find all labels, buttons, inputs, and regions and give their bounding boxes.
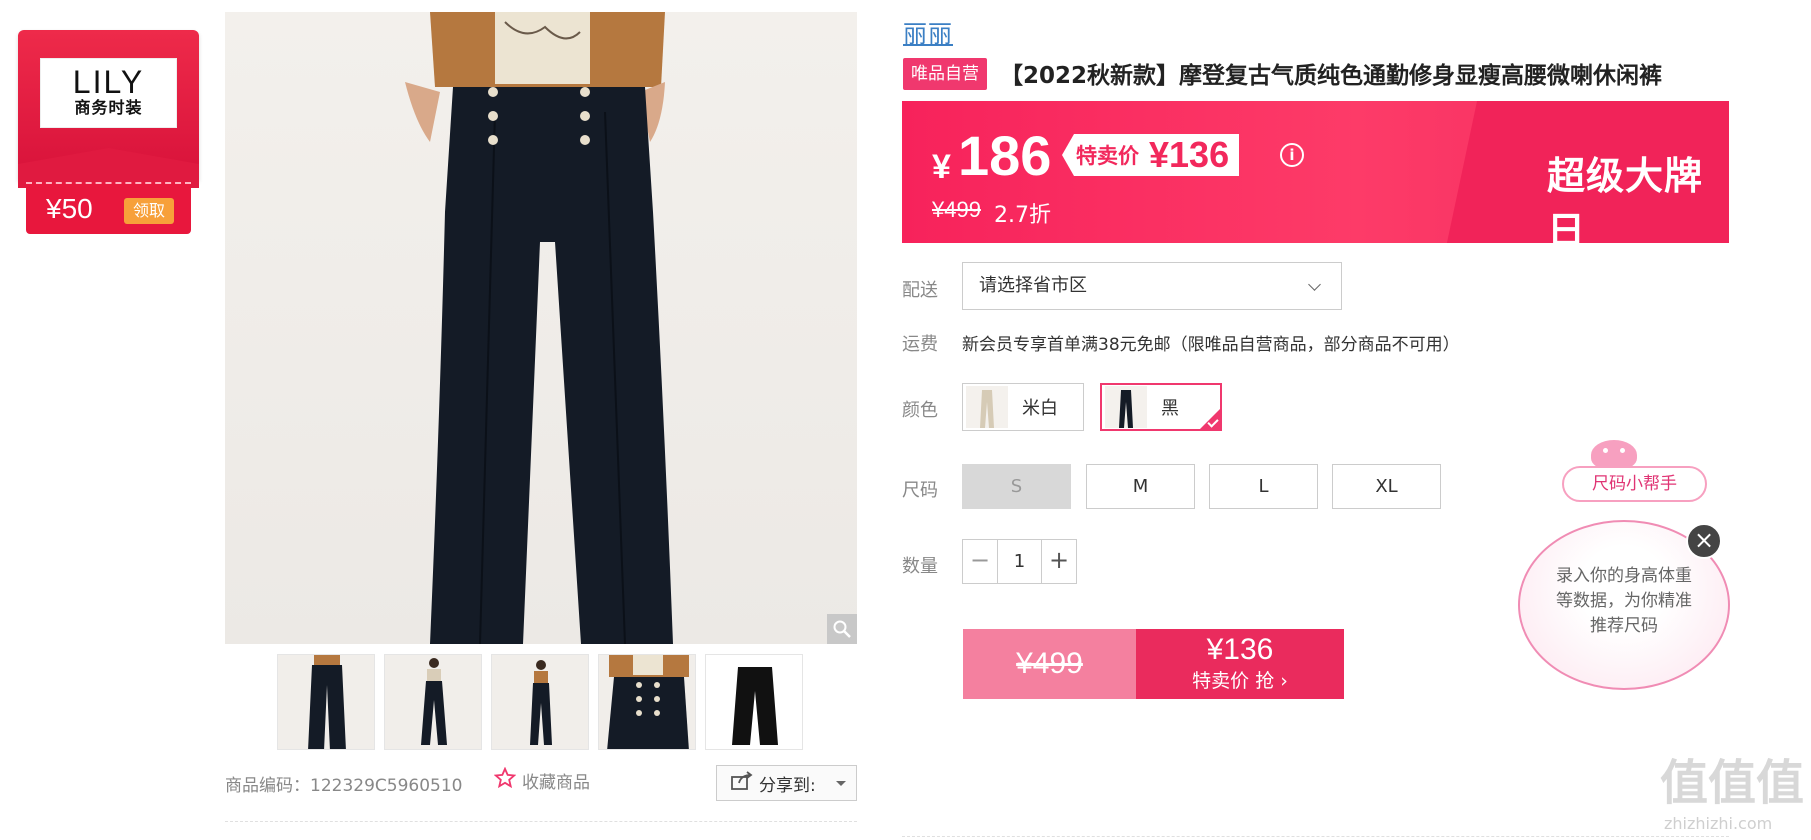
discount-label: 2.7折 [994, 203, 1051, 228]
size-option-xl[interactable]: XL [1332, 464, 1441, 509]
delivery-label: 配送 [902, 280, 938, 301]
shipping-text: 新会员专享首单满38元免邮（限唯品自营商品，部分商品不可用） [962, 335, 1460, 355]
buy-button-main[interactable]: ¥136 特卖价 抢 › [1136, 629, 1344, 699]
current-price: 186 [958, 124, 1052, 187]
brand-coupon[interactable]: ¥50 领取 [26, 182, 191, 234]
color-name-black: 黑 [1161, 398, 1179, 419]
pants-illustration [405, 12, 673, 644]
quantity-decrease-button[interactable]: − [963, 540, 997, 583]
chevron-down-icon [1308, 278, 1321, 291]
product-title: 【2022秋新款】摩登复古气质纯色通勤修身显瘦高腰微喇休闲裤 [1000, 63, 1663, 89]
brand-logo-subtitle: 商务时装 [74, 98, 143, 117]
bottom-divider [902, 836, 1729, 837]
product-code: 商品编码：122329C5960510 [225, 776, 463, 796]
thumbnail-5[interactable] [705, 654, 803, 750]
color-name-offwhite: 米白 [1022, 398, 1058, 419]
star-icon [493, 766, 517, 794]
product-main-image[interactable] [225, 12, 857, 644]
delivery-select-value: 请选择省市区 [979, 275, 1087, 296]
color-swatch-offwhite [966, 386, 1008, 428]
buy-button-label: 特卖价 抢 › [1192, 670, 1288, 692]
buy-button[interactable]: ¥499 ¥136 特卖价 抢 › [963, 629, 1344, 699]
shipping-label: 运费 [902, 334, 938, 355]
price-banner: ¥ 186 特卖价 ¥136 i ¥499 2.7折 超级大牌日 [902, 101, 1729, 243]
share-button[interactable]: 分享到: [716, 765, 857, 801]
favorite-button[interactable]: 收藏商品 [493, 766, 590, 794]
watermark-url: zhizhizhi.com [1664, 814, 1773, 833]
favorite-label: 收藏商品 [522, 773, 590, 793]
brand-link[interactable]: 丽丽 [903, 14, 953, 49]
quantity-input[interactable]: 1 [997, 540, 1042, 583]
special-price-value: ¥136 [1149, 134, 1230, 175]
buy-button-original-price: ¥499 [963, 629, 1136, 699]
color-option-black[interactable]: 黑 [1100, 383, 1222, 431]
self-operated-badge: 唯品自营 [903, 58, 987, 90]
size-option-m[interactable]: M [1086, 464, 1195, 509]
quantity-stepper: − 1 + [962, 539, 1077, 584]
thumbnail-3[interactable] [491, 654, 589, 750]
info-icon[interactable]: i [1280, 143, 1304, 167]
color-label: 颜色 [902, 400, 938, 421]
brand-badge[interactable]: LILY 商务时装 ¥50 领取 [18, 30, 199, 235]
thumbnail-2[interactable] [384, 654, 482, 750]
quantity-increase-button[interactable]: + [1042, 540, 1076, 583]
size-option-l[interactable]: L [1209, 464, 1318, 509]
check-icon [1199, 408, 1221, 430]
currency-symbol: ¥ [932, 148, 951, 186]
buy-button-price: ¥136 [1206, 633, 1274, 666]
size-helper[interactable]: 尺码小帮手 录入你的身高体重等数据，为你精准推荐尺码 × [1518, 440, 1733, 690]
special-price-tag: 特卖价 ¥136 [1062, 134, 1240, 176]
size-helper-tag[interactable]: 尺码小帮手 [1562, 466, 1707, 502]
share-icon [731, 770, 753, 796]
thumbnail-4[interactable] [598, 654, 696, 750]
thumbnail-1[interactable] [277, 654, 375, 750]
quantity-label: 数量 [902, 556, 938, 577]
special-price-label: 特卖价 [1076, 144, 1139, 168]
event-name: 超级大牌日 [1547, 154, 1704, 243]
left-divider [225, 821, 857, 822]
coupon-amount: ¥50 [46, 193, 93, 224]
brand-logo[interactable]: LILY 商务时装 [40, 58, 177, 128]
color-swatch-black [1105, 386, 1147, 428]
color-option-offwhite[interactable]: 米白 [962, 383, 1084, 431]
share-label: 分享到: [759, 775, 816, 796]
zoom-icon[interactable] [827, 614, 857, 644]
coupon-claim-button[interactable]: 领取 [124, 198, 174, 224]
brand-logo-name: LILY [72, 64, 145, 100]
delivery-select[interactable]: 请选择省市区 [962, 262, 1342, 310]
chevron-down-icon [835, 780, 846, 786]
size-option-s[interactable]: S [962, 464, 1071, 509]
size-label: 尺码 [902, 480, 938, 501]
original-price: ¥499 [932, 197, 981, 222]
close-icon[interactable]: × [1686, 523, 1722, 559]
watermark: 值值值 [1660, 755, 1805, 811]
